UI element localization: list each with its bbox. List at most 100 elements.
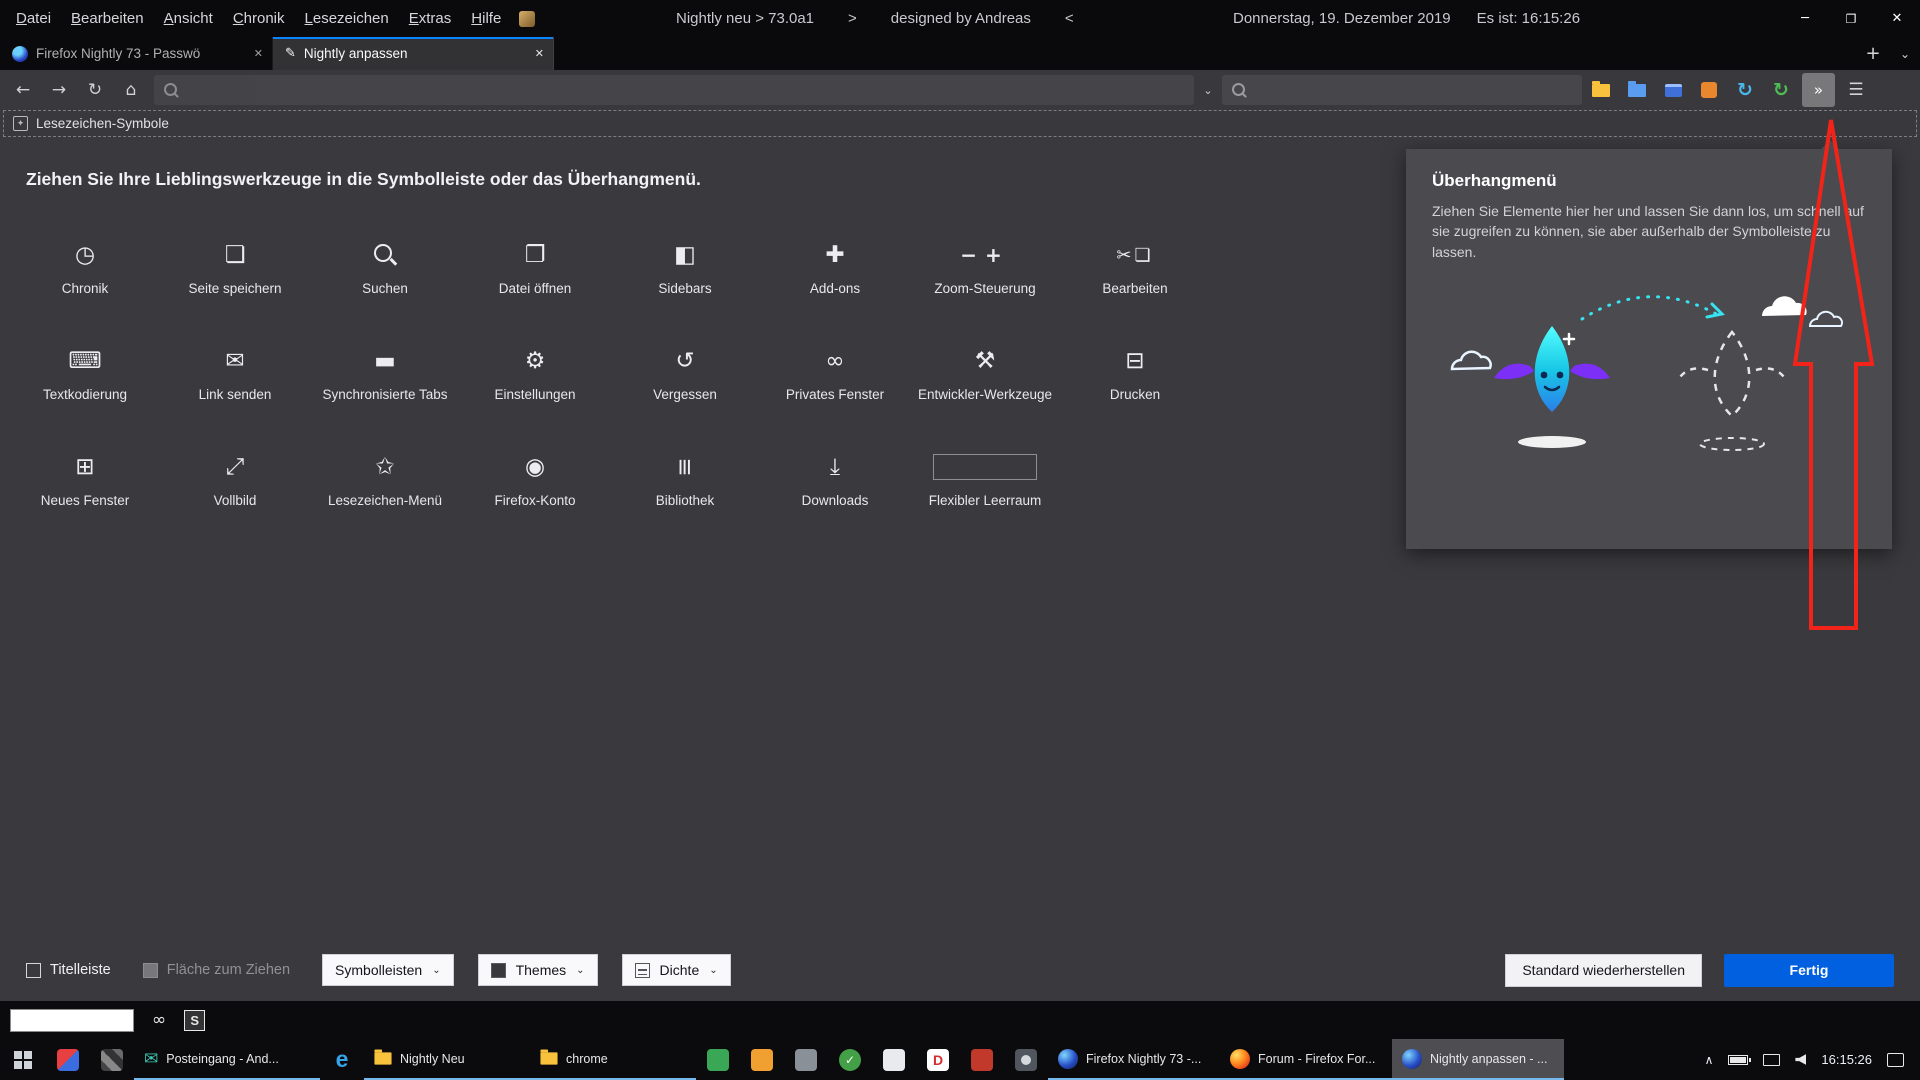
palette-item-seite-speichern[interactable]: ❏ Seite speichern (160, 235, 310, 315)
home-button[interactable]: ⌂ (114, 73, 148, 107)
taskbar-button-firefox-nightly[interactable]: Firefox Nightly 73 -... (1048, 1039, 1220, 1080)
overflow-menu-button[interactable]: » (1800, 70, 1837, 110)
bookmarks-toolbar[interactable]: ✦ Lesezeichen-Symbole (3, 110, 1917, 137)
back-button[interactable]: ← (6, 73, 40, 107)
action-center-icon[interactable] (1887, 1053, 1904, 1067)
menu-lesezeichen[interactable]: Lesezeichen (295, 10, 399, 27)
edge-browser-icon[interactable]: e (320, 1039, 364, 1080)
restore-window-button[interactable]: ❐ (1828, 0, 1874, 37)
palette-item-textkodierung[interactable]: ⌨ Textkodierung (10, 341, 160, 421)
yellow-folder-button[interactable] (1584, 73, 1618, 107)
s-app-icon[interactable]: S (184, 1010, 205, 1031)
pinned-app-icon[interactable] (90, 1039, 134, 1080)
taskbar-button-posteingang[interactable]: ✉ Posteingang - And... (134, 1039, 320, 1080)
done-button[interactable]: Fertig (1724, 954, 1894, 987)
menubar-addon-icon[interactable] (519, 11, 535, 27)
palette-item-lesezeichen-menue[interactable]: ✩ Lesezeichen-Menü (310, 447, 460, 527)
app-menu-button[interactable]: ☰ (1839, 73, 1873, 107)
pinned-app-icon[interactable] (784, 1039, 828, 1080)
taskbar-address-input[interactable] (10, 1009, 134, 1032)
urlbar-dropmarker[interactable]: ⌄ (1196, 73, 1220, 107)
photos-app-icon (57, 1049, 79, 1071)
palette-item-sidebars[interactable]: ◧ Sidebars (610, 235, 760, 315)
palette-item-drucken[interactable]: ⊟ Drucken (1060, 341, 1210, 421)
palette-item-label: Downloads (802, 492, 869, 510)
titlebar-text: Nightly neu > 73.0a1 > designed by Andre… (676, 0, 1074, 37)
firefox-nightly-icon (1402, 1049, 1422, 1069)
speaker-icon[interactable] (1795, 1054, 1806, 1065)
pinned-app-icon[interactable] (696, 1039, 740, 1080)
taskbar-clock[interactable]: 16:15:26 (1821, 1052, 1872, 1067)
palette-item-zoom-steuerung[interactable]: −+ Zoom-Steuerung (910, 235, 1060, 315)
close-window-button[interactable]: ✕ (1874, 0, 1920, 37)
tab-firefox-nightly[interactable]: Firefox Nightly 73 - Passwö ✕ (0, 37, 273, 70)
palette-item-entwickler-werkzeuge[interactable]: ⚒ Entwickler-Werkzeuge (910, 341, 1060, 421)
palette-item-label: Datei öffnen (499, 280, 572, 298)
dragspace-checkbox[interactable]: Fläche zum Ziehen (143, 962, 290, 978)
red-app-icon (971, 1049, 993, 1071)
taskbar-button-chrome[interactable]: chrome (530, 1039, 696, 1080)
reload-button[interactable]: ↻ (78, 73, 112, 107)
palette-item-vergessen[interactable]: ↺ Vergessen (610, 341, 760, 421)
palette-item-synchronisierte-tabs[interactable]: ▬ Synchronisierte Tabs (310, 341, 460, 421)
pinned-app-icon[interactable] (46, 1039, 90, 1080)
pinned-app-icon[interactable] (916, 1039, 960, 1080)
palette-item-datei-oeffnen[interactable]: ❐ Datei öffnen (460, 235, 610, 315)
palette-item-chronik[interactable]: ◷ Chronik (10, 235, 160, 315)
orange-addon-button[interactable] (1692, 73, 1726, 107)
tab-close-icon[interactable]: ✕ (254, 47, 263, 60)
url-bar[interactable] (154, 75, 1194, 105)
palette-item-link-senden[interactable]: ✉ Link senden (160, 341, 310, 421)
menu-chronik[interactable]: Chronik (223, 10, 295, 27)
taskbar-button-nightly-anpassen[interactable]: Nightly anpassen - ... (1392, 1039, 1564, 1080)
menu-ansicht[interactable]: Ansicht (154, 10, 223, 27)
network-icon[interactable] (1763, 1054, 1780, 1066)
titlebar-checkbox[interactable]: Titelleiste (26, 962, 111, 978)
battery-icon[interactable] (1728, 1055, 1748, 1065)
pinned-app-icon[interactable] (828, 1039, 872, 1080)
search-bar[interactable] (1222, 75, 1582, 105)
palette-item-vollbild[interactable]: ⤢ Vollbild (160, 447, 310, 527)
glasses-app-icon[interactable]: ∞ (152, 1010, 166, 1030)
palette-item-firefox-konto[interactable]: ◉ Firefox-Konto (460, 447, 610, 527)
palette-item-label: Seite speichern (188, 280, 281, 298)
menu-datei[interactable]: Datei (6, 10, 61, 27)
palette-item-bearbeiten[interactable]: ✂❏ Bearbeiten (1060, 235, 1210, 315)
blue-folder-button[interactable] (1620, 73, 1654, 107)
library-icon: ≡ (669, 457, 701, 476)
pinned-app-icon[interactable] (960, 1039, 1004, 1080)
menu-extras[interactable]: Extras (399, 10, 462, 27)
themes-dropdown[interactable]: Themes ⌄ (478, 954, 598, 986)
developer-tools-icon: ⚒ (975, 345, 996, 377)
taskbar-button-nightly-neu[interactable]: Nightly Neu (364, 1039, 530, 1080)
tab-close-icon[interactable]: ✕ (535, 47, 544, 60)
list-all-tabs-button[interactable]: ⌄ (1890, 37, 1920, 70)
folder-icon (374, 1052, 391, 1064)
bookmarks-card-button[interactable] (1656, 73, 1690, 107)
minimize-button[interactable]: ─ (1782, 0, 1828, 37)
pinned-app-icon[interactable] (872, 1039, 916, 1080)
new-tab-button[interactable]: + (1856, 37, 1890, 70)
palette-item-downloads[interactable]: ⤓ Downloads (760, 447, 910, 527)
palette-item-privates-fenster[interactable]: ∞ Privates Fenster (760, 341, 910, 421)
restore-defaults-button[interactable]: Standard wiederherstellen (1505, 954, 1702, 987)
palette-item-neues-fenster[interactable]: ⊞ Neues Fenster (10, 447, 160, 527)
palette-item-einstellungen[interactable]: ⚙ Einstellungen (460, 341, 610, 421)
toolbars-dropdown[interactable]: Symbolleisten ⌄ (322, 954, 454, 986)
palette-item-bibliothek[interactable]: ≡ Bibliothek (610, 447, 760, 527)
menu-hilfe[interactable]: Hilfe (461, 10, 511, 27)
palette-item-add-ons[interactable]: ✚ Add-ons (760, 235, 910, 315)
sync-button-blue[interactable]: ↻ (1728, 73, 1762, 107)
tab-nightly-anpassen[interactable]: ✎ Nightly anpassen ✕ (273, 37, 554, 70)
sync-button-green[interactable]: ↻ (1764, 73, 1798, 107)
start-button[interactable] (0, 1039, 46, 1080)
taskbar-button-forum[interactable]: Forum - Firefox For... (1220, 1039, 1392, 1080)
palette-item-flexibler-leerraum[interactable]: Flexibler Leerraum (910, 447, 1060, 527)
menu-bearbeiten[interactable]: Bearbeiten (61, 10, 154, 27)
forward-button[interactable]: → (42, 73, 76, 107)
density-dropdown[interactable]: Dichte ⌄ (622, 954, 731, 986)
palette-item-suchen[interactable]: Suchen (310, 235, 460, 315)
tray-expand-icon[interactable]: ∧ (1705, 1053, 1714, 1067)
pinned-app-icon[interactable] (740, 1039, 784, 1080)
pinned-app-icon[interactable] (1004, 1039, 1048, 1080)
